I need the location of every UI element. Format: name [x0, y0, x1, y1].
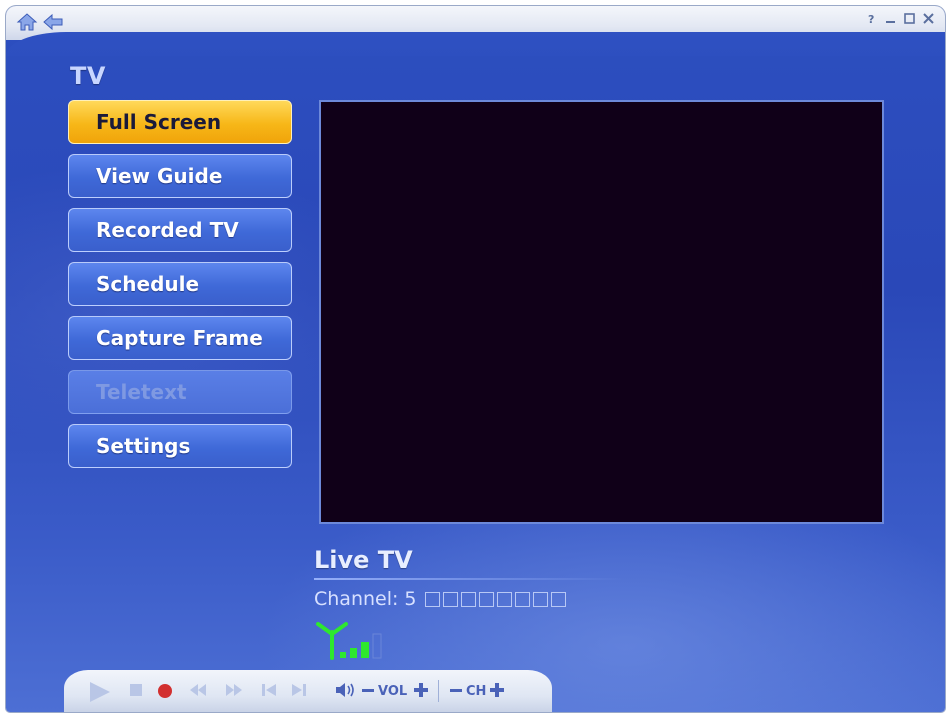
video-preview[interactable]: [319, 100, 884, 524]
page-title: TV: [70, 62, 106, 90]
back-icon[interactable]: [42, 12, 64, 32]
view-guide-button[interactable]: View Guide: [68, 154, 292, 198]
stop-icon[interactable]: [128, 682, 144, 698]
record-icon[interactable]: [156, 682, 174, 700]
home-icon[interactable]: [16, 12, 38, 32]
channel-digit-box: [496, 591, 512, 607]
channel-digit-box: [460, 591, 476, 607]
restore-icon[interactable]: [903, 12, 916, 25]
rewind-icon[interactable]: [188, 682, 208, 698]
channel-digit-box: [532, 591, 548, 607]
skip-back-icon[interactable]: [260, 682, 278, 698]
channel-label: Channel:: [314, 588, 399, 610]
volume-down-icon[interactable]: [362, 688, 374, 694]
transport-divider: [438, 680, 439, 702]
volume-up-icon[interactable]: [414, 683, 428, 697]
full-screen-button[interactable]: Full Screen: [68, 100, 292, 144]
live-tv-underline: [314, 578, 624, 580]
close-icon[interactable]: [922, 12, 935, 25]
channel-number: 5: [404, 588, 417, 610]
channel-digit-box: [424, 591, 440, 607]
fast-forward-icon[interactable]: [224, 682, 244, 698]
ch-label: CH: [466, 684, 487, 699]
live-tv-title: Live TV: [314, 546, 413, 574]
channel-down-icon[interactable]: [450, 688, 462, 694]
channel-digit-box: [514, 591, 530, 607]
media-center-window: ? TV Full Screen View Guide Recorded TV …: [6, 6, 945, 712]
transport-bar: VOL CH: [64, 670, 552, 712]
vol-label: VOL: [378, 684, 408, 699]
speaker-icon[interactable]: [334, 682, 356, 698]
minimize-icon[interactable]: [884, 12, 897, 25]
schedule-button[interactable]: Schedule: [68, 262, 292, 306]
help-icon[interactable]: ?: [865, 12, 878, 25]
settings-button[interactable]: Settings: [68, 424, 292, 468]
recorded-tv-button[interactable]: Recorded TV: [68, 208, 292, 252]
play-icon[interactable]: [86, 680, 112, 704]
capture-frame-button[interactable]: Capture Frame: [68, 316, 292, 360]
svg-text:?: ?: [868, 13, 874, 25]
channel-digit-box: [442, 591, 458, 607]
channel-digit-boxes: [424, 591, 566, 607]
teletext-button: Teletext: [68, 370, 292, 414]
title-bar-curve: [6, 32, 945, 56]
window-controls: ?: [865, 12, 935, 25]
channel-up-icon[interactable]: [490, 683, 504, 697]
skip-forward-icon[interactable]: [290, 682, 308, 698]
channel-info: Channel: 5: [314, 588, 566, 610]
channel-digit-box: [550, 591, 566, 607]
antenna-signal-icon: [316, 622, 382, 660]
channel-digit-box: [478, 591, 494, 607]
